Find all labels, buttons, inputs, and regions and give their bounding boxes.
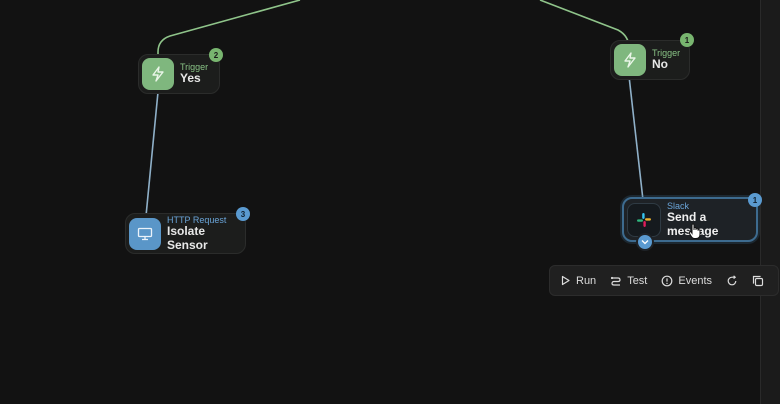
hand-cursor-icon [688,223,702,245]
lightning-icon [142,58,174,90]
workflow-canvas[interactable]: Trigger Yes 2 Trigger No 1 HTTP Request … [0,0,780,404]
play-icon [561,275,570,286]
test-label: Test [627,274,648,287]
chevron-down-icon[interactable] [636,233,654,251]
node-name-label: Isolate Sensor [167,223,208,252]
node-trigger-yes[interactable]: Trigger Yes [138,54,220,94]
node-name-label: Send a message [667,209,718,237]
edge-yes-to-http [145,91,159,217]
edge-root-to-yes [157,0,301,58]
run-label: Run [576,274,597,287]
node-badge-trigger-no: 1 [680,33,694,47]
refresh-button[interactable] [726,274,738,287]
test-button[interactable]: Test [610,275,647,287]
slack-icon [627,202,661,237]
node-badge-slack: 1 [748,193,762,207]
copy-icon [752,275,764,286]
info-icon [661,275,673,286]
copy-button[interactable] [752,275,764,287]
node-badge-trigger-yes: 2 [209,48,223,62]
node-name-label: Yes [180,71,201,86]
edge-no-to-slack [628,75,644,201]
run-button[interactable]: Run [560,275,596,287]
events-label: Events [678,274,713,287]
monitor-icon [129,217,161,250]
node-trigger-no[interactable]: Trigger No [610,40,690,80]
events-button[interactable]: Events [661,275,712,287]
canvas-right-panel-edge [760,0,780,404]
node-name-label: No [652,57,668,72]
node-badge-http-request: 3 [236,207,250,221]
lightning-icon [614,44,646,76]
node-action-toolbar: Run Test Events [549,265,779,296]
node-http-request[interactable]: HTTP Request Isolate Sensor [125,213,246,254]
test-icon [611,276,621,286]
refresh-icon [727,274,737,285]
